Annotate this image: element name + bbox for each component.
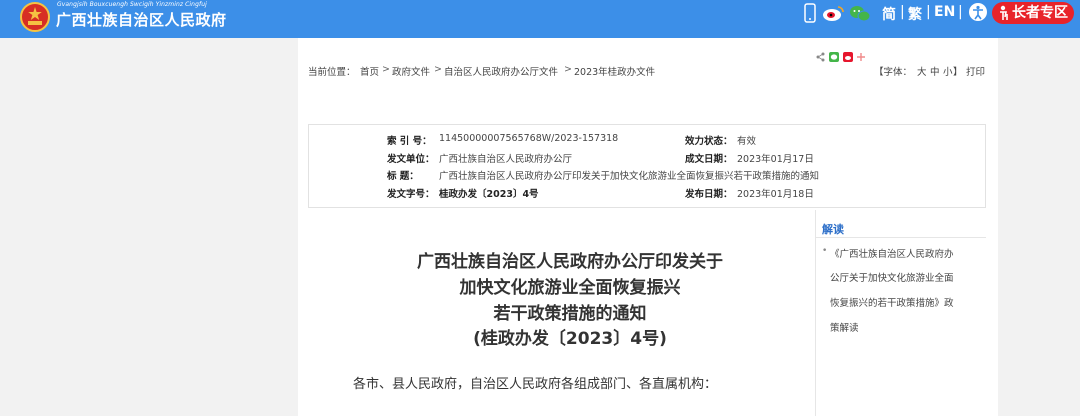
site-pinyin: Gvangjsih Bouxcuengh Swcigih Yinzminz Ci… [57,1,207,8]
font-medium-button[interactable]: 中 [930,64,940,78]
share-icon[interactable] [816,52,825,62]
pubdate-value: 2023年01月18日 [737,189,814,200]
weibo-share-icon[interactable] [843,52,853,62]
font-large-button[interactable]: 大 [917,64,927,78]
sidebar-rule [816,237,986,238]
index-value: 11450000007565768W/2023-157318 [439,133,619,144]
accessibility-icon[interactable] [968,2,988,22]
docno-value: 桂政办发〔2023〕4号 [439,189,539,200]
breadcrumb-separator: > [434,64,442,75]
elder-icon [1000,5,1008,20]
interpretation-link-line[interactable]: 策解读 [830,320,859,334]
lang-separator: | [900,4,905,20]
lang-simplified[interactable]: 简 [882,4,896,24]
sidebar-heading: 解读 [822,223,844,236]
lang-separator: | [958,4,963,20]
breadcrumb-gov-files[interactable]: 政府文件 [392,64,430,78]
article-title-line: 若干政策措施的通知 [493,304,647,324]
validity-label: 效力状态： [685,136,733,147]
elder-zone-label: 长者专区 [1012,5,1068,21]
sidebar-bullet: • [822,246,828,256]
lang-traditional[interactable]: 繁 [908,4,922,24]
plus-icon[interactable] [857,53,865,61]
docno-label: 发文字号： [387,189,435,200]
title-value: 广西壮族自治区人民政府办公厅印发关于加快文化旅游业全面恢复振兴若干政策措施的通知 [439,171,820,182]
article-salutation: 各市、县人民政府，自治区人民政府各组成部门、各直属机构： [353,377,718,392]
index-label: 索 引 号： [387,136,432,147]
font-small-button[interactable]: 小 [943,64,953,78]
lang-english[interactable]: EN [934,4,955,20]
article-title-line: 加快文化旅游业全面恢复振兴 [459,278,681,298]
title-label: 标 题： [387,171,419,182]
breadcrumb-2023-files[interactable]: 2023年桂政办文件 [574,64,655,78]
interpretation-link-line[interactable]: 恢复振兴的若干政策措施》政 [830,295,954,309]
issuer-value: 广西壮族自治区人民政府办公厅 [439,154,573,165]
interpretation-link-line[interactable]: 公厅关于加快文化旅游业全面 [830,270,954,284]
article-doc-number: (桂政办发〔2023〕4号) [473,329,667,349]
font-size-label: 【字体： [874,67,913,78]
issuer-label: 发文单位： [387,154,435,165]
wechat-share-icon[interactable] [829,52,839,62]
content-page [298,38,998,416]
wechat-icon[interactable] [849,5,871,23]
date-value: 2023年01月17日 [737,154,814,165]
weibo-icon[interactable] [822,4,846,22]
breadcrumb-home[interactable]: 首页 [360,64,379,78]
lang-separator: | [926,4,931,20]
article-title-line: 广西壮族自治区人民政府办公厅印发关于 [417,252,723,272]
site-title[interactable]: 广西壮族自治区人民政府 [56,9,227,30]
phone-icon[interactable] [804,3,816,23]
national-emblem-icon[interactable] [20,2,50,32]
breadcrumb-separator: > [564,64,572,75]
validity-value: 有效 [737,136,757,147]
pubdate-label: 发布日期： [685,189,733,200]
breadcrumb-prefix: 当前位置： [308,67,356,78]
date-label: 成文日期： [685,154,733,165]
interpretation-link-line[interactable]: 《广西壮族自治区人民政府办 [830,246,954,260]
sidebar-divider [815,210,816,416]
breadcrumb-office-files[interactable]: 自治区人民政府办公厅文件 [444,64,558,78]
print-button[interactable]: 打印 [966,64,985,78]
elder-zone-button[interactable]: 长者专区 [992,2,1074,24]
font-size-end: 】 [953,67,963,78]
breadcrumb-separator: > [382,64,390,75]
top-header: Gvangjsih Bouxcuengh Swcigih Yinzminz Ci… [0,0,1080,38]
